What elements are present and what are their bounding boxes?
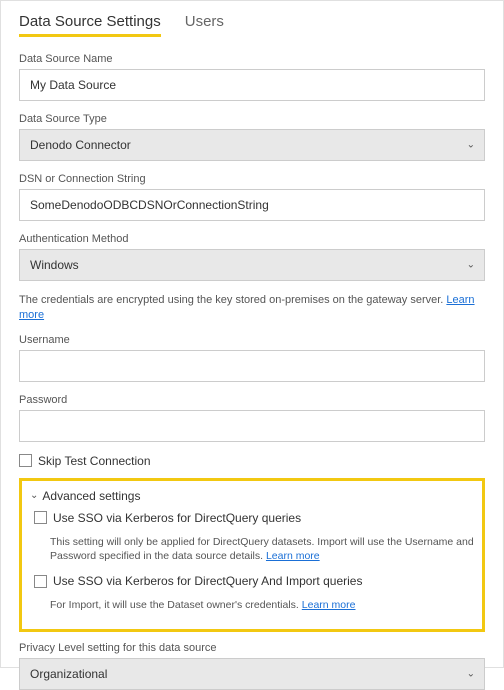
skip-test-checkbox[interactable]: [19, 454, 32, 467]
password-input[interactable]: [19, 410, 485, 442]
dsn-label: DSN or Connection String: [19, 173, 485, 185]
sso-import-checkbox[interactable]: [34, 575, 47, 588]
credentials-helper: The credentials are encrypted using the …: [19, 293, 485, 324]
advanced-settings-panel: ⌄ Advanced settings Use SSO via Kerberos…: [19, 478, 485, 632]
data-source-name-input[interactable]: [19, 69, 485, 101]
username-input[interactable]: [19, 350, 485, 382]
sso-directquery-desc: This setting will only be applied for Di…: [50, 535, 474, 564]
password-label: Password: [19, 394, 485, 406]
tabs: Data Source Settings Users: [19, 13, 485, 37]
auth-method-label: Authentication Method: [19, 233, 485, 245]
skip-test-row: Skip Test Connection: [19, 454, 485, 468]
skip-test-label: Skip Test Connection: [38, 454, 151, 468]
sso-import-row: Use SSO via Kerberos for DirectQuery And…: [34, 574, 474, 588]
advanced-settings-label: Advanced settings: [42, 489, 140, 503]
sso-directquery-label: Use SSO via Kerberos for DirectQuery que…: [53, 511, 301, 525]
dsn-input[interactable]: [19, 189, 485, 221]
credentials-helper-text: The credentials are encrypted using the …: [19, 294, 446, 306]
sso-import-label: Use SSO via Kerberos for DirectQuery And…: [53, 574, 362, 588]
auth-method-select-wrap: ⌄: [19, 249, 485, 281]
data-source-type-select-wrap: ⌄: [19, 129, 485, 161]
chevron-down-icon: ⌄: [30, 490, 38, 501]
sso-directquery-row: Use SSO via Kerberos for DirectQuery que…: [34, 511, 474, 525]
sso-directquery-checkbox[interactable]: [34, 511, 47, 524]
tab-users[interactable]: Users: [185, 13, 224, 37]
privacy-level-select-wrap: ⌄: [19, 658, 485, 690]
auth-method-select[interactable]: [19, 249, 485, 281]
sso-import-desc: For Import, it will use the Dataset owne…: [50, 598, 474, 613]
advanced-settings-toggle[interactable]: ⌄ Advanced settings: [30, 489, 474, 503]
sso-import-desc-text: For Import, it will use the Dataset owne…: [50, 599, 302, 611]
data-source-name-label: Data Source Name: [19, 53, 485, 65]
sso-directquery-desc-text: This setting will only be applied for Di…: [50, 536, 474, 563]
privacy-level-label: Privacy Level setting for this data sour…: [19, 642, 485, 654]
username-label: Username: [19, 334, 485, 346]
data-source-type-select[interactable]: [19, 129, 485, 161]
learn-more-link[interactable]: Learn more: [266, 550, 320, 562]
data-source-type-label: Data Source Type: [19, 113, 485, 125]
tab-data-source-settings[interactable]: Data Source Settings: [19, 13, 161, 37]
learn-more-link[interactable]: Learn more: [302, 599, 356, 611]
privacy-level-select[interactable]: [19, 658, 485, 690]
